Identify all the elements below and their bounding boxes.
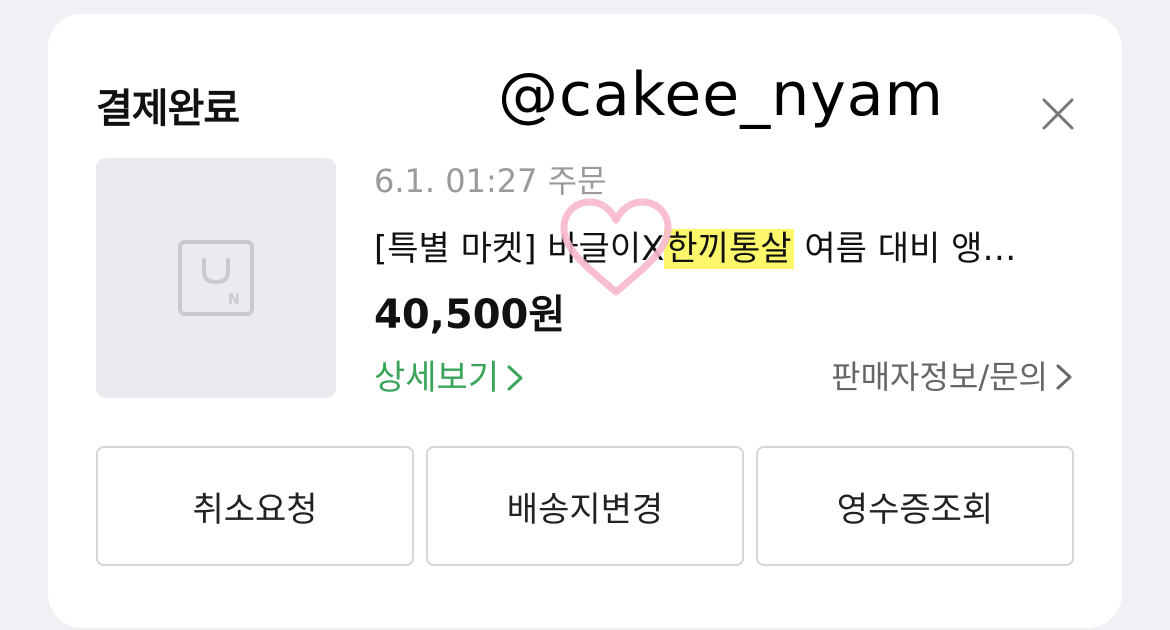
product-name-prefix: [특별 마켓] 바글이X	[374, 229, 665, 269]
placeholder-logo-icon: N	[176, 238, 256, 318]
close-icon[interactable]	[1038, 94, 1078, 134]
order-price: 40,500원	[374, 292, 566, 338]
watermark-text: @cakee_nyam	[498, 60, 944, 130]
product-name-suffix: 여름 대비 앵…	[793, 229, 1017, 269]
payment-complete-modal: 결제완료 @cakee_nyam N 6.1. 01:27 주문 [특별 마켓]…	[48, 14, 1122, 628]
product-name-highlight: 한끼통살	[664, 229, 794, 269]
detail-link[interactable]: 상세보기	[374, 350, 525, 399]
receipt-button[interactable]: 영수증조회	[756, 446, 1074, 566]
product-name[interactable]: [특별 마켓] 바글이X한끼통살 여름 대비 앵…	[374, 221, 1074, 270]
chevron-right-icon	[1054, 361, 1074, 390]
action-buttons: 취소요청 배송지변경 영수증조회	[96, 446, 1074, 566]
svg-text:N: N	[228, 292, 240, 308]
chevron-right-icon	[505, 361, 525, 390]
modal-title: 결제완료	[96, 86, 240, 132]
order-date: 6.1. 01:27 주문	[374, 162, 607, 200]
cancel-request-button[interactable]: 취소요청	[96, 446, 414, 566]
product-thumbnail[interactable]: N	[96, 158, 336, 398]
seller-info-link[interactable]: 판매자정보/문의	[831, 352, 1074, 398]
detail-link-label: 상세보기	[374, 358, 500, 398]
change-address-button[interactable]: 배송지변경	[426, 446, 744, 566]
seller-info-label: 판매자정보/문의	[831, 358, 1048, 396]
